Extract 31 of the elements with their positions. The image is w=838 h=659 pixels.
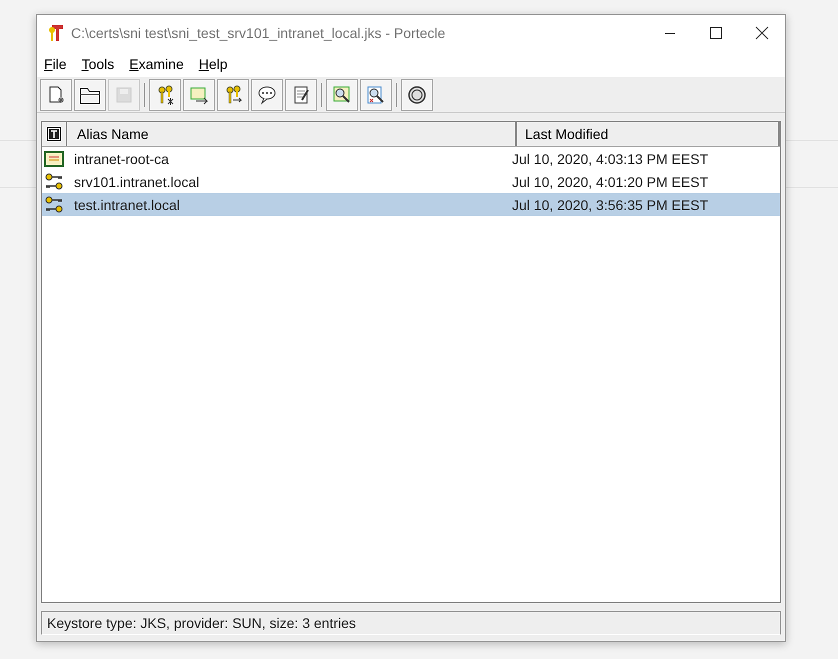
menu-item[interactable]: Examine [128,56,192,72]
menu-item[interactable]: Tools [80,56,122,72]
toolbar-button[interactable] [149,78,181,110]
toolbar-button[interactable] [217,78,249,110]
table-cell-text: srv101.intranet.local [74,174,200,190]
toolbar-button[interactable] [285,78,317,110]
table-cell-text: Jul 10, 2020, 4:01:20 PM EEST [512,174,710,190]
window-title: C:\certs\sni test\sni_test_srv101_intranet_local.jks - Portecle [71,25,446,41]
table-cell-text: Jul 10, 2020, 3:56:35 PM EEST [512,196,710,212]
table-cell-text: test.intranet.local [74,196,181,212]
toolbar-button[interactable] [401,78,433,110]
certificate-icon [44,150,64,166]
menu-item[interactable]: Help [198,56,236,72]
table-row[interactable]: intranet-root-ca Jul 10, 2020, 4:03:13 PM EEST [42,147,780,170]
table-row[interactable]: test.intranet.local Jul 10, 2020, 3:56:35 PM EEST [42,193,780,216]
toolbar-button[interactable] [326,78,358,110]
type-icon [47,127,61,141]
menu-item[interactable]: File [43,56,75,72]
toolbar-button[interactable] [251,78,283,110]
status-bar: Keystore type: JKS, provider: SUN, size: 3 entries [41,611,781,635]
table-cell-text: Jul 10, 2020, 4:03:13 PM EEST [512,150,710,166]
table-row[interactable]: srv101.intranet.local Jul 10, 2020, 4:01:20 PM EEST [42,170,780,193]
toolbar-button[interactable] [74,78,106,110]
column-header[interactable]: Last Modified [517,122,780,146]
key-pair-icon [44,196,64,214]
toolbar-button[interactable] [360,78,392,110]
toolbar-button[interactable] [40,78,72,110]
key-pair-icon [44,172,64,190]
key-hammer-icon [47,24,65,42]
column-header[interactable]: Alias Name [67,122,517,146]
table-cell-text: intranet-root-ca [74,150,170,166]
